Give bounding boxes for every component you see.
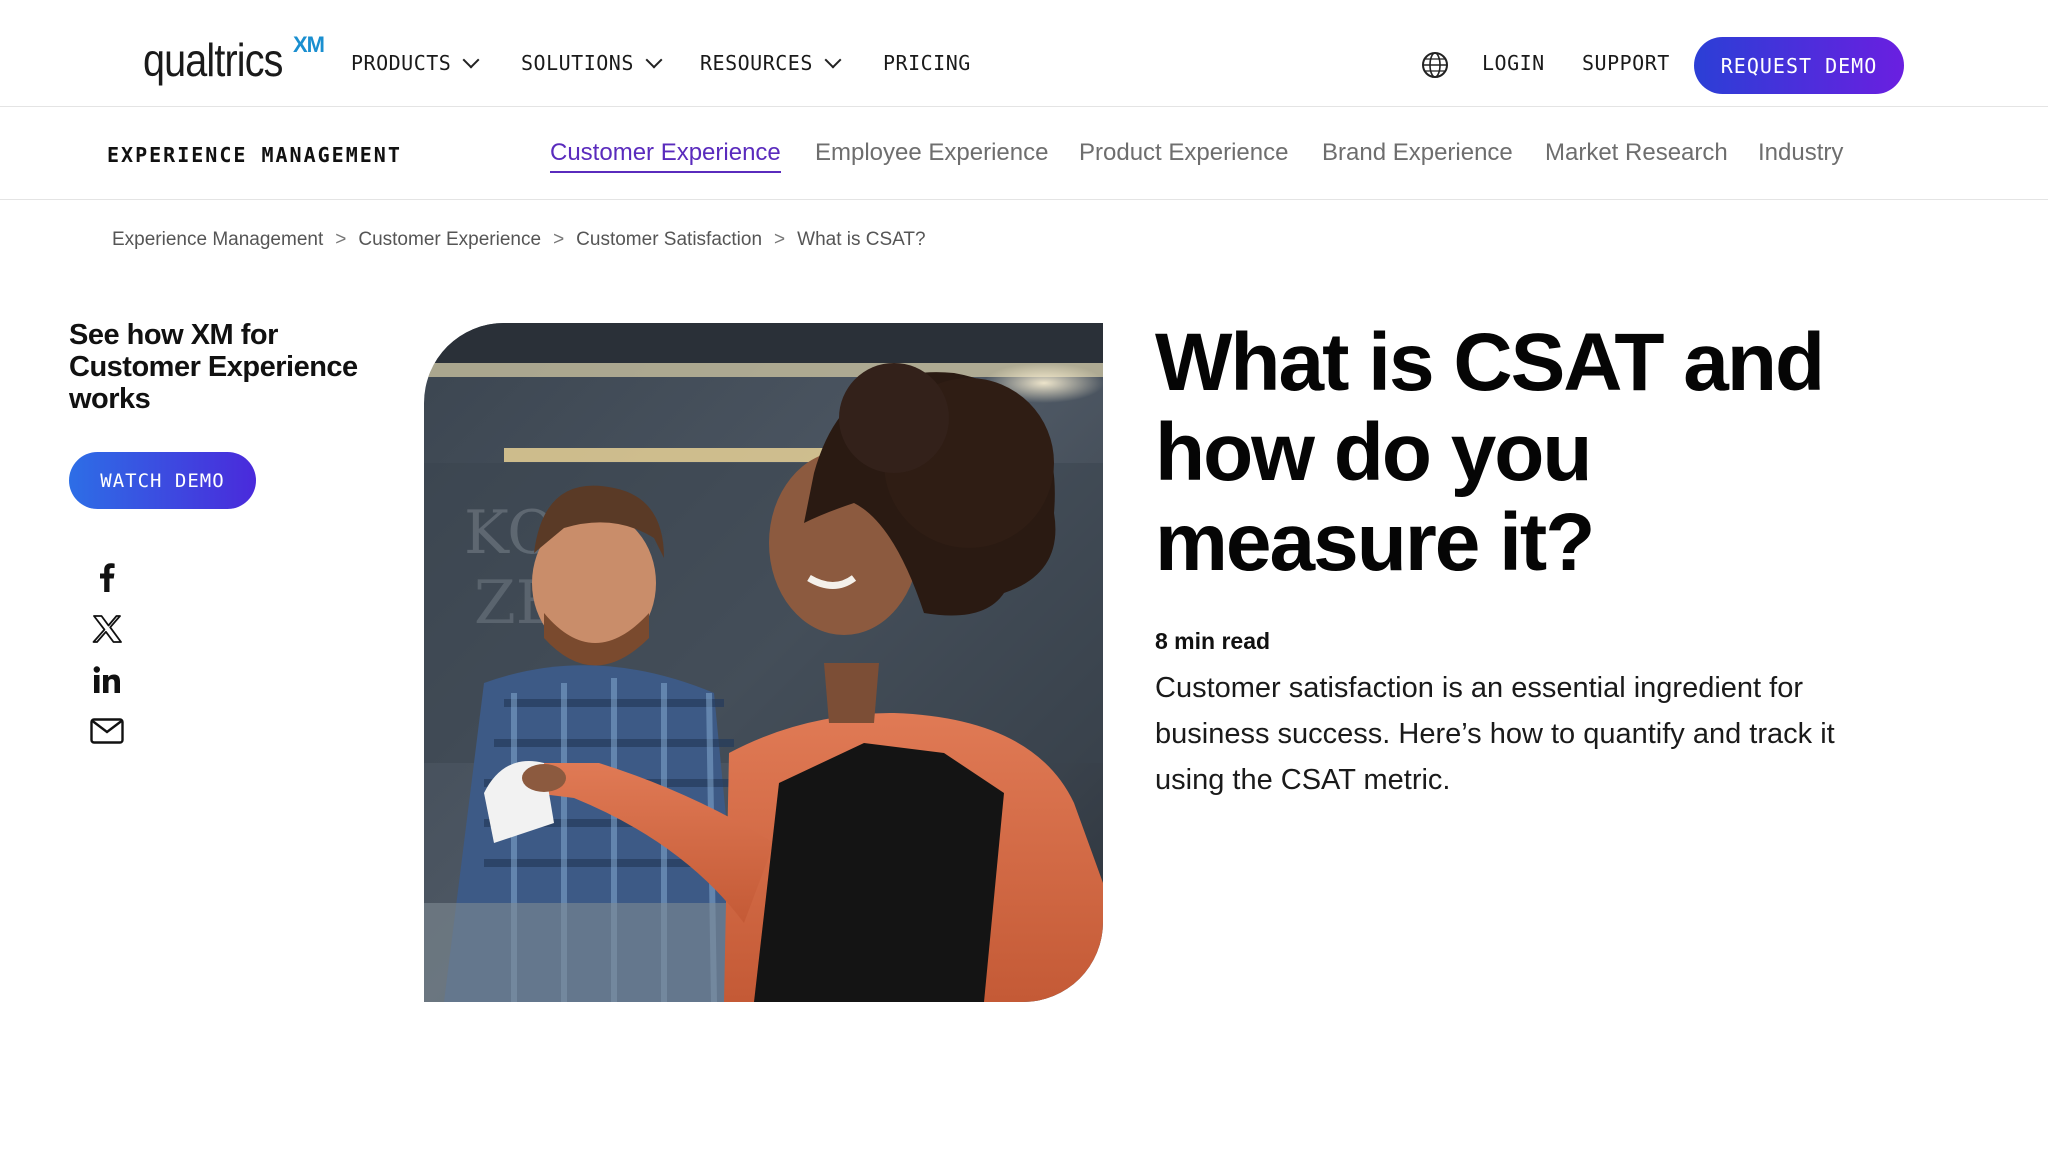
email-icon[interactable] (89, 713, 125, 749)
globe-icon[interactable] (1421, 51, 1449, 79)
read-time: 8 min read (1155, 628, 1271, 654)
breadcrumb-current: What is CSAT? (797, 229, 926, 250)
qualtrics-logo[interactable]: qualtrics XM (143, 32, 325, 94)
tab-customer-experience[interactable]: Customer Experience (550, 137, 781, 173)
top-navigation: qualtrics XM PRODUCTS SOLUTIONS RESOURCE… (0, 0, 2048, 107)
tab-product-experience[interactable]: Product Experience (1079, 137, 1288, 169)
nav-products[interactable]: PRODUCTS (351, 50, 480, 76)
nav-pricing-label: PRICING (883, 51, 971, 75)
nav-products-label: PRODUCTS (351, 51, 452, 75)
chevron-down-icon (462, 51, 480, 69)
breadcrumb-item[interactable]: Customer Satisfaction (576, 229, 762, 251)
article-summary: Customer satisfaction is an essential in… (1155, 672, 1835, 796)
watch-demo-button[interactable]: WATCH DEMO (69, 452, 256, 509)
section-label: EXPERIENCE MANAGEMENT (107, 143, 402, 167)
request-demo-button[interactable]: REQUEST DEMO (1694, 37, 1904, 94)
x-icon[interactable] (89, 611, 125, 647)
nav-solutions-label: SOLUTIONS (521, 51, 634, 75)
article-title: What is CSAT and how do you measure it? (1155, 317, 1825, 588)
logo-xm-badge: XM (293, 32, 325, 57)
linkedin-icon[interactable] (89, 662, 125, 698)
nav-solutions[interactable]: SOLUTIONS (521, 50, 663, 76)
hero-image: KO ZE (424, 323, 1103, 1002)
breadcrumb: Experience Management > Customer Experie… (112, 229, 926, 251)
breadcrumb-item[interactable]: Customer Experience (358, 229, 541, 251)
nav-resources[interactable]: RESOURCES (700, 50, 842, 76)
chevron-down-icon (645, 51, 663, 69)
support-link[interactable]: SUPPORT (1582, 50, 1670, 76)
tab-industry[interactable]: Industry (1758, 137, 1843, 169)
tab-brand-experience[interactable]: Brand Experience (1322, 137, 1513, 169)
nav-pricing[interactable]: PRICING (883, 50, 971, 76)
login-link[interactable]: LOGIN (1482, 50, 1545, 76)
breadcrumb-separator: > (774, 229, 786, 250)
breadcrumb-separator: > (335, 229, 347, 250)
experience-management-subnav: EXPERIENCE MANAGEMENT Customer Experienc… (0, 107, 2048, 200)
tab-employee-experience[interactable]: Employee Experience (815, 137, 1048, 169)
nav-resources-label: RESOURCES (700, 51, 813, 75)
logo-wordmark: qualtrics (143, 34, 283, 86)
breadcrumb-item[interactable]: Experience Management (112, 229, 323, 251)
facebook-icon[interactable] (89, 559, 125, 595)
breadcrumb-separator: > (553, 229, 565, 250)
demo-cta-title: See how XM for Customer Experience works (69, 319, 358, 415)
chevron-down-icon (824, 51, 842, 69)
tab-market-research[interactable]: Market Research (1545, 137, 1728, 169)
